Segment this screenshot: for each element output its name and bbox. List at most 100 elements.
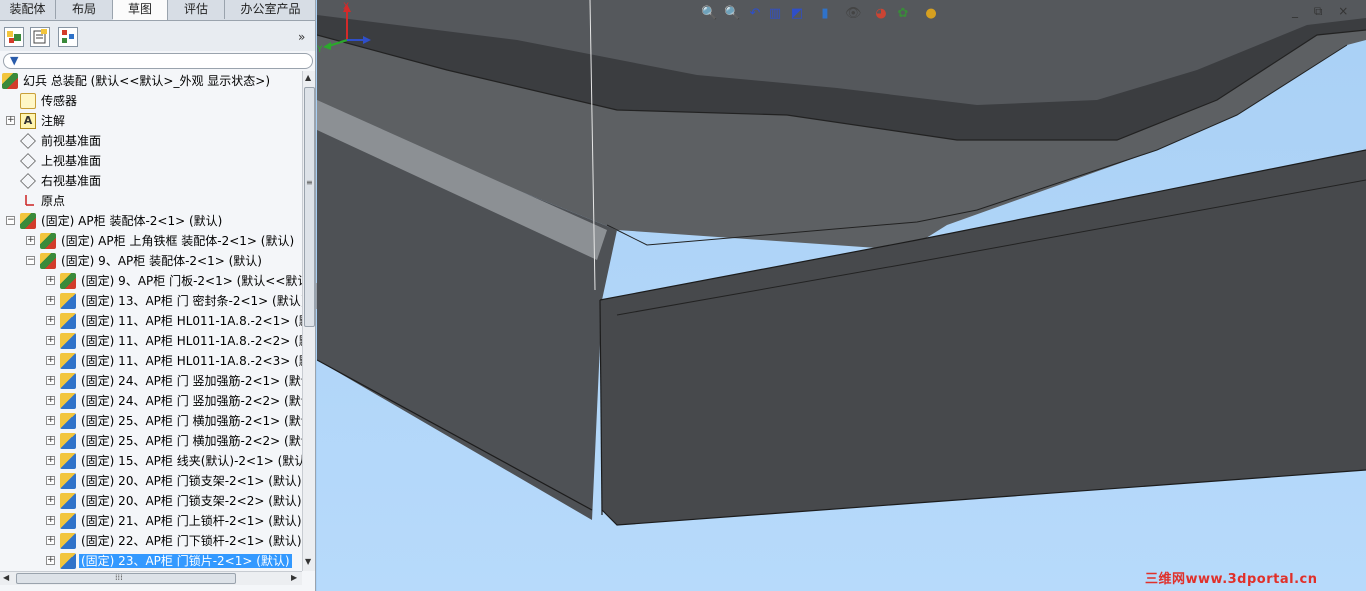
tree-item[interactable]: + (固定) 11、AP柜 HL011-1A.8.-2<1> (默 [0,311,302,331]
tree-item[interactable]: + (固定) 25、AP柜 门 横加强筋-2<2> (默认 [0,431,302,451]
hscroll-thumb[interactable]: ⁞⁞⁞ [16,573,236,584]
tree-item[interactable]: + (固定) 25、AP柜 门 横加强筋-2<1> (默认 [0,411,302,431]
tree-item[interactable]: 传感器 [0,91,302,111]
tree-item[interactable]: − (固定) 9、AP柜 装配体-2<1> (默认) [0,251,302,271]
tree-item[interactable]: + (固定) 24、AP柜 门 竖加强筋-2<1> (默认 [0,371,302,391]
feature-manager-toolbar: » [0,21,315,51]
triad-y-axis [328,39,348,47]
expand-toggle[interactable]: + [46,316,55,325]
annotation-icon: A [20,113,36,129]
realview-icon[interactable]: ● [923,6,939,22]
tree-item[interactable]: + (固定) AP柜 上角铁框 装配体-2<1> (默认) [0,231,302,251]
expand-toggle[interactable]: − [6,216,15,225]
expand-toggle[interactable]: + [46,536,55,545]
part-icon [60,393,76,409]
expand-toggle[interactable]: + [46,436,55,445]
view-orientation-icon[interactable]: ◩ [789,6,805,22]
tree-item-label: 幻兵 总装配 (默认<<默认>_外观 显示状态>) [23,74,271,88]
expand-toggle[interactable]: + [46,336,55,345]
tree-item[interactable]: + (固定) 13、AP柜 门 密封条-2<1> (默认) [0,291,302,311]
part-icon [60,413,76,429]
edit-appearance-icon[interactable]: ◕ [873,6,889,22]
tree-item-label: (固定) 15、AP柜 线夹(默认)-2<1> (默认) [81,454,302,468]
apply-scene-icon[interactable]: ✿ [895,6,911,22]
expand-toggle[interactable]: + [46,356,55,365]
window-controls[interactable]: _ ⧉ × [1292,4,1354,19]
scroll-up-arrow[interactable]: ▲ [305,73,311,82]
tree-filter[interactable]: ▼ [3,53,313,69]
expand-toggle[interactable]: + [46,456,55,465]
tab-evaluate[interactable]: 评估 [168,0,225,19]
tree-item[interactable]: + (固定) 23、AP柜 门锁片-2<1> (默认) [0,551,302,571]
triad-x-label: X [343,2,349,12]
display-style-icon[interactable]: ▮ [817,6,833,22]
tree-item[interactable]: + (固定) 22、AP柜 门下锁杆-2<1> (默认) [0,531,302,551]
tree-item[interactable]: + (固定) 15、AP柜 线夹(默认)-2<1> (默认) [0,451,302,471]
part-icon [60,553,76,569]
tab-assembly[interactable]: 装配体 [0,0,56,19]
tree-item[interactable]: + (固定) 21、AP柜 门上锁杆-2<1> (默认) [0,511,302,531]
filter-icon[interactable]: ▼ [10,54,18,67]
expand-toggle[interactable]: + [26,236,35,245]
part-icon [60,473,76,489]
feature-manager-icon[interactable] [4,27,24,47]
tree-vertical-scrollbar[interactable]: ▲ ≡ ▼ [302,71,315,571]
assembly-icon [40,253,56,269]
tree-item[interactable]: 上视基准面 [0,151,302,171]
expand-toggle[interactable]: + [46,296,55,305]
previous-view-icon[interactable]: ↶ [747,6,763,22]
expand-toggle[interactable]: + [46,376,55,385]
tree-item-label: (固定) AP柜 装配体-2<1> (默认) [41,214,223,228]
tree-item-label: 注解 [41,114,66,128]
scroll-left-arrow[interactable]: ◀ [3,573,9,582]
hide-show-items-icon[interactable]: 👁 [845,6,862,22]
triad-z-arrow [363,36,371,44]
expand-toggle[interactable]: + [46,496,55,505]
tree-item[interactable]: + A 注解 [0,111,302,131]
tree-item-label: (固定) 23、AP柜 门锁片-2<1> (默认) [79,554,292,568]
tree-item[interactable]: + (固定) 20、AP柜 门锁支架-2<1> (默认) [0,471,302,491]
expand-toggle[interactable]: + [46,396,55,405]
tree-item[interactable]: 前视基准面 [0,131,302,151]
expand-toggle[interactable]: + [46,416,55,425]
tab-layout[interactable]: 布局 [56,0,113,19]
sensor-icon [20,93,36,109]
tab-office-products[interactable]: 办公室产品 [225,0,315,19]
plane-icon [20,153,36,169]
tree-item-label: (固定) 25、AP柜 门 横加强筋-2<2> (默认 [81,434,302,448]
tree-item[interactable]: + (固定) 9、AP柜 门板-2<1> (默认<<默认 [0,271,302,291]
tree-horizontal-scrollbar[interactable]: ◀ ⁞⁞⁞ ▶ [0,571,302,585]
expand-panel-button[interactable]: » [298,30,305,44]
tree-item[interactable]: + (固定) 24、AP柜 门 竖加强筋-2<2> (默认 [0,391,302,411]
graphics-area[interactable]: 🔍🔍↶▥◩▮👁◕✿● _ ⧉ × ⌂▦▭◉☷◑✎ X Y [317,0,1366,591]
tab-sketch[interactable]: 草图 [113,0,168,20]
scroll-grip: ≡ [306,178,313,187]
property-manager-icon[interactable] [30,27,50,47]
scroll-thumb[interactable]: ≡ [304,87,315,327]
tree-item[interactable]: 原点 [0,191,302,211]
tree-item[interactable]: + (固定) 11、AP柜 HL011-1A.8.-2<3> (默 [0,351,302,371]
tree-item[interactable]: − (固定) AP柜 装配体-2<1> (默认) [0,211,302,231]
assembly-icon [40,233,56,249]
scroll-right-arrow[interactable]: ▶ [291,573,297,582]
tree-item-label: (固定) 24、AP柜 门 竖加强筋-2<1> (默认 [81,374,302,388]
expand-toggle[interactable]: + [46,276,55,285]
zoom-to-fit-icon[interactable]: 🔍 [701,6,717,22]
zoom-to-area-icon[interactable]: 🔍 [724,6,740,22]
scroll-down-arrow[interactable]: ▼ [305,557,311,566]
tree-item[interactable]: 幻兵 总装配 (默认<<默认>_外观 显示状态>) [0,71,302,91]
expand-toggle[interactable]: + [6,116,15,125]
assembly-icon [60,273,76,289]
tree-item[interactable]: + (固定) 20、AP柜 门锁支架-2<2> (默认) [0,491,302,511]
section-view-icon[interactable]: ▥ [767,6,783,22]
expand-toggle[interactable]: + [46,516,55,525]
tree-item[interactable]: 右视基准面 [0,171,302,191]
expand-toggle[interactable]: + [46,476,55,485]
configuration-manager-icon[interactable] [58,27,78,47]
tree-item-label: 原点 [41,194,66,208]
tree-item[interactable]: + (固定) 11、AP柜 HL011-1A.8.-2<2> (默 [0,331,302,351]
part-icon [60,333,76,349]
expand-toggle[interactable]: − [26,256,35,265]
tree-item-label: (固定) 11、AP柜 HL011-1A.8.-2<3> (默 [81,354,302,368]
expand-toggle[interactable]: + [46,556,55,565]
